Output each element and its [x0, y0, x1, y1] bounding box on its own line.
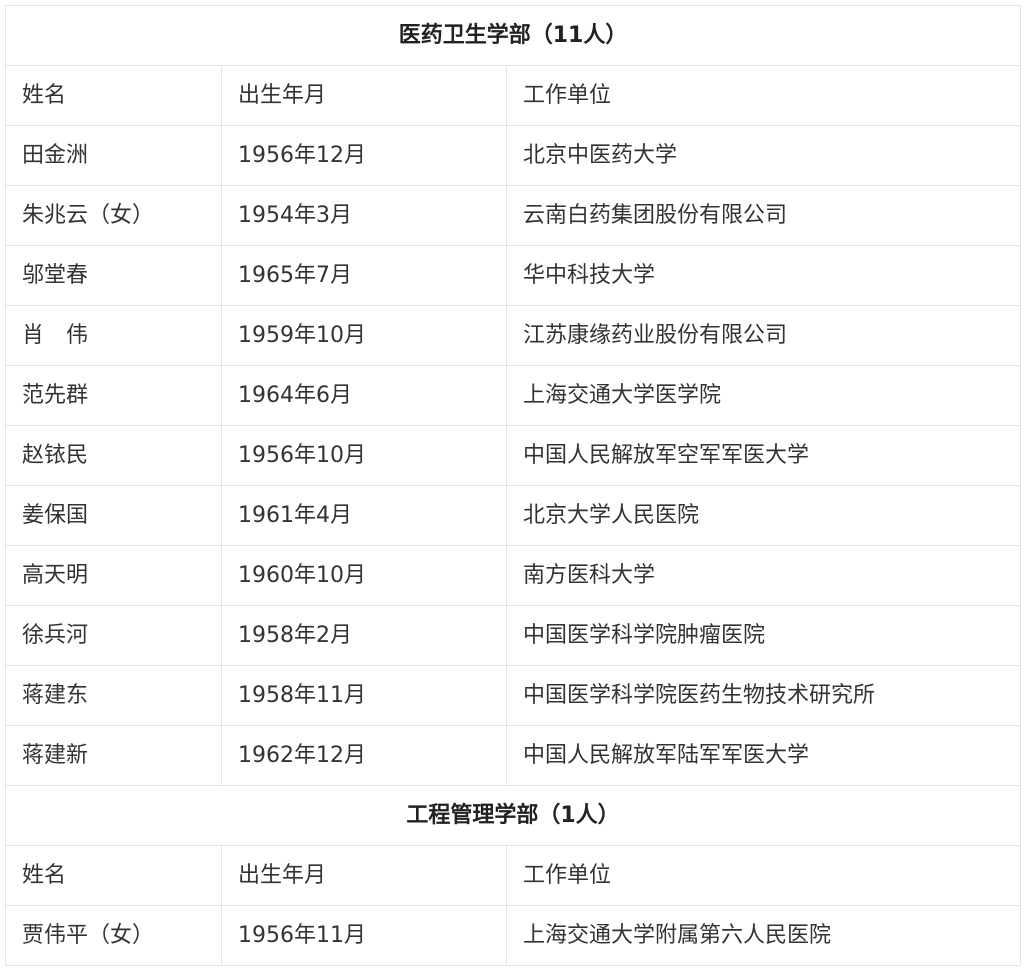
cell-workplace: 北京大学人民医院: [505, 485, 1022, 546]
section-title: 工程管理学部（1人）: [4, 785, 1022, 846]
column-header-workplace: 工作单位: [505, 845, 1022, 906]
cell-workplace: 上海交通大学医学院: [505, 365, 1022, 426]
cell-birth-date: 1958年11月: [221, 665, 507, 726]
cell-birth-date: 1962年12月: [221, 725, 507, 786]
cell-birth-date: 1964年6月: [221, 365, 507, 426]
cell-name: 赵铱民: [5, 425, 222, 486]
table-row: 肖 伟 1959年10月 江苏康缘药业股份有限公司: [5, 305, 1022, 366]
cell-birth-date: 1956年10月: [221, 425, 507, 486]
cell-name: 蒋建东: [5, 665, 222, 726]
cell-name: 田金洲: [5, 125, 222, 186]
column-header-birth-date: 出生年月: [221, 845, 507, 906]
cell-birth-date: 1958年2月: [221, 605, 507, 666]
cell-name: 贾伟平（女）: [5, 905, 222, 966]
cell-birth-date: 1960年10月: [221, 545, 507, 606]
cell-workplace: 华中科技大学: [505, 245, 1022, 306]
table-row: 蒋建新 1962年12月 中国人民解放军陆军军医大学: [5, 725, 1022, 786]
table-row: 朱兆云（女） 1954年3月 云南白药集团股份有限公司: [5, 185, 1022, 246]
table-row: 蒋建东 1958年11月 中国医学科学院医药生物技术研究所: [5, 665, 1022, 726]
table-row: 邬堂春 1965年7月 华中科技大学: [5, 245, 1022, 306]
cell-workplace: 中国人民解放军空军军医大学: [505, 425, 1022, 486]
table-row: 姜保国 1961年4月 北京大学人民医院: [5, 485, 1022, 546]
cell-workplace: 南方医科大学: [505, 545, 1022, 606]
cell-name: 姜保国: [5, 485, 222, 546]
table-row: 贾伟平（女） 1956年11月 上海交通大学附属第六人民医院: [5, 905, 1022, 966]
cell-birth-date: 1965年7月: [221, 245, 507, 306]
cell-workplace: 北京中医药大学: [505, 125, 1022, 186]
table-row: 徐兵河 1958年2月 中国医学科学院肿瘤医院: [5, 605, 1022, 666]
cell-workplace: 上海交通大学附属第六人民医院: [505, 905, 1022, 966]
cell-name: 徐兵河: [5, 605, 222, 666]
column-header-workplace: 工作单位: [505, 65, 1022, 126]
table-row: 范先群 1964年6月 上海交通大学医学院: [5, 365, 1022, 426]
section-title: 医药卫生学部（11人）: [4, 5, 1022, 66]
column-header-birth-date: 出生年月: [221, 65, 507, 126]
table-row: 高天明 1960年10月 南方医科大学: [5, 545, 1022, 606]
column-header-name: 姓名: [5, 65, 222, 126]
cell-birth-date: 1961年4月: [221, 485, 507, 546]
cell-workplace: 中国医学科学院医药生物技术研究所: [505, 665, 1022, 726]
cell-birth-date: 1954年3月: [221, 185, 507, 246]
section-title-row: 医药卫生学部（11人）: [4, 5, 1022, 66]
roster-table: 医药卫生学部（11人） 姓名 出生年月 工作单位 田金洲 1956年12月 北京中医药大学朱…: [4, 5, 1022, 966]
cell-name: 朱兆云（女）: [5, 185, 222, 246]
cell-workplace: 中国医学科学院肿瘤医院: [505, 605, 1022, 666]
header-row: 姓名 出生年月 工作单位: [5, 845, 1022, 906]
cell-name: 蒋建新: [5, 725, 222, 786]
cell-workplace: 云南白药集团股份有限公司: [505, 185, 1022, 246]
header-row: 姓名 出生年月 工作单位: [5, 65, 1022, 126]
section-title-row: 工程管理学部（1人）: [4, 785, 1022, 846]
table-row: 田金洲 1956年12月 北京中医药大学: [5, 125, 1022, 186]
cell-birth-date: 1959年10月: [221, 305, 507, 366]
cell-name: 范先群: [5, 365, 222, 426]
roster-table-body: 医药卫生学部（11人） 姓名 出生年月 工作单位 田金洲 1956年12月 北京中医药大学朱…: [4, 5, 1022, 966]
cell-name: 高天明: [5, 545, 222, 606]
cell-workplace: 江苏康缘药业股份有限公司: [505, 305, 1022, 366]
table-row: 赵铱民 1956年10月 中国人民解放军空军军医大学: [5, 425, 1022, 486]
column-header-name: 姓名: [5, 845, 222, 906]
cell-name: 邬堂春: [5, 245, 222, 306]
cell-birth-date: 1956年11月: [221, 905, 507, 966]
cell-name: 肖 伟: [5, 305, 222, 366]
cell-birth-date: 1956年12月: [221, 125, 507, 186]
cell-workplace: 中国人民解放军陆军军医大学: [505, 725, 1022, 786]
